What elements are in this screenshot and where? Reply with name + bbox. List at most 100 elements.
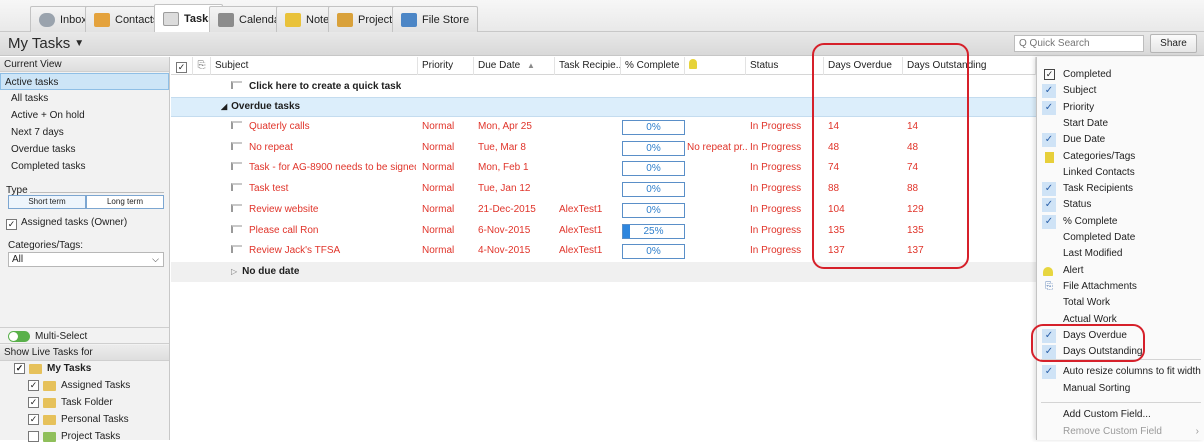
menu-item-linked-contacts[interactable]: Linked Contacts [1037, 165, 1204, 181]
recipient-cell[interactable] [559, 158, 619, 178]
view-item-active-tasks[interactable]: Active tasks [0, 73, 169, 90]
status-column-header[interactable]: Status [746, 57, 824, 75]
tree-item-assigned-tasks[interactable]: ✓ Assigned Tasks [28, 380, 130, 391]
completed-column-header[interactable]: ✓ [171, 57, 193, 75]
days-outstanding-cell[interactable]: 137 [907, 241, 977, 261]
collapse-arrow-icon[interactable]: ◢ [221, 102, 227, 111]
alert-cell[interactable] [687, 117, 747, 137]
expand-arrow-icon[interactable]: ▷ [231, 267, 237, 276]
due-date-cell[interactable]: Tue, Jan 12 [478, 179, 554, 199]
status-cell[interactable]: In Progress [750, 179, 822, 199]
view-selector[interactable]: My Tasks ▼ [8, 35, 84, 52]
menu-item-days-overdue[interactable]: ✓ Days Overdue [1037, 328, 1204, 344]
recipient-cell[interactable] [559, 138, 619, 158]
days-outstanding-cell[interactable]: 74 [907, 158, 977, 178]
due-date-cell[interactable]: 21-Dec-2015 [478, 200, 554, 220]
percent-complete-bar[interactable]: 25% [622, 223, 685, 239]
percent-complete-bar[interactable]: 0% [622, 120, 685, 135]
table-row[interactable]: Task - for AG-8900 needs to be signed by… [171, 158, 1036, 178]
subject-column-header[interactable]: Subject [211, 57, 418, 75]
group-header-overdue[interactable]: ◢ Overdue tasks [171, 97, 1036, 117]
tree-item-my-tasks[interactable]: ✓ My Tasks [14, 363, 91, 374]
recipient-cell[interactable]: AlexTest1 [559, 221, 619, 241]
days-outstanding-cell[interactable]: 48 [907, 138, 977, 158]
days-overdue-column-header[interactable]: Days Overdue [824, 57, 903, 75]
alert-cell[interactable]: No repeat pr... [687, 138, 747, 158]
recipient-cell[interactable]: AlexTest1 [559, 241, 619, 261]
status-cell[interactable]: In Progress [750, 117, 822, 137]
menu-item-total-work[interactable]: Total Work [1037, 295, 1204, 311]
subject-cell[interactable]: No repeat [231, 138, 416, 158]
menu-item-add-custom-field[interactable]: Add Custom Field... [1037, 407, 1204, 423]
tree-item-personal-tasks[interactable]: ✓ Personal Tasks [28, 414, 129, 425]
multi-select-toggle[interactable]: Multi-Select [8, 331, 87, 342]
priority-cell[interactable]: Normal [422, 117, 472, 137]
view-item-overdue-tasks[interactable]: Overdue tasks [0, 141, 169, 158]
categories-select[interactable]: All ⌵ [8, 252, 164, 267]
checkbox-checked-icon[interactable]: ✓ [28, 380, 39, 391]
menu-item-task-recipients[interactable]: ✓ Task Recipients [1037, 181, 1204, 197]
table-row[interactable]: Quaterly calls Normal Mon, Apr 25 In Progre… [171, 117, 1036, 137]
view-item-next-7-days[interactable]: Next 7 days [0, 124, 169, 141]
menu-item-manual-sorting[interactable]: Manual Sorting [1037, 381, 1204, 397]
table-row[interactable]: Please call Ron Normal 6-Nov-2015 AlexTest1… [171, 221, 1036, 241]
checkbox-checked-icon[interactable]: ✓ [28, 397, 39, 408]
table-row[interactable]: No repeat Normal Tue, Mar 8 No repeat pr...… [171, 138, 1036, 158]
status-cell[interactable]: In Progress [750, 138, 822, 158]
priority-cell[interactable]: Normal [422, 158, 472, 178]
subject-cell[interactable]: Review Jack's TFSA [231, 241, 416, 261]
alert-cell[interactable] [687, 241, 747, 261]
long-term-button[interactable]: Long term [86, 195, 164, 209]
status-cell[interactable]: In Progress [750, 241, 822, 261]
menu-item-categories-tags[interactable]: Categories/Tags [1037, 149, 1204, 165]
menu-item-days-outstanding[interactable]: ✓ Days Outstanding [1037, 344, 1204, 360]
menu-item-remove-custom-field[interactable]: Remove Custom Field › [1037, 424, 1204, 440]
percent-complete-bar[interactable]: 0% [622, 140, 685, 156]
group-header-no-due-date[interactable]: ▷ No due date [171, 262, 1036, 282]
paperclip-icon[interactable]: ⎘ [193, 57, 211, 75]
priority-cell[interactable]: Normal [422, 179, 472, 199]
subject-cell[interactable]: Review website [231, 200, 416, 220]
alert-cell[interactable] [687, 200, 747, 220]
days-overdue-cell[interactable]: 74 [828, 158, 898, 178]
priority-cell[interactable]: Normal [422, 138, 472, 158]
tree-item-project-tasks[interactable]: Project Tasks [28, 431, 120, 442]
assigned-owner-checkbox[interactable]: ✓ Assigned tasks (Owner) [6, 217, 127, 230]
recipient-cell[interactable]: AlexTest1 [559, 200, 619, 220]
days-overdue-cell[interactable]: 135 [828, 221, 898, 241]
menu-item-status[interactable]: ✓ Status [1037, 197, 1204, 213]
alert-cell[interactable] [687, 221, 747, 241]
priority-cell[interactable]: Normal [422, 221, 472, 241]
days-outstanding-cell[interactable]: 129 [907, 200, 977, 220]
due-date-column-header[interactable]: Due Date ▲ [474, 57, 555, 75]
table-row[interactable]: Review Jack's TFSA Normal 4-Nov-2015 AlexTe… [171, 241, 1036, 261]
checkbox-unchecked-icon[interactable] [28, 431, 39, 442]
status-cell[interactable]: In Progress [750, 221, 822, 241]
view-item-all-tasks[interactable]: All tasks [0, 90, 169, 107]
status-cell[interactable]: In Progress [750, 158, 822, 178]
checkbox-checked-icon[interactable]: ✓ [28, 414, 39, 425]
days-overdue-cell[interactable]: 88 [828, 179, 898, 199]
complete-column-header[interactable]: % Complete [621, 57, 685, 75]
share-button[interactable]: Share [1150, 34, 1197, 53]
quick-task-row[interactable]: Click here to create a quick task [171, 77, 1036, 97]
days-outstanding-column-header[interactable]: Days Outstanding [903, 57, 1036, 75]
menu-item-completed-date[interactable]: Completed Date [1037, 230, 1204, 246]
alert-cell[interactable] [687, 158, 747, 178]
alert-cell[interactable] [687, 179, 747, 199]
menu-item-actual-work[interactable]: Actual Work [1037, 312, 1204, 328]
recipients-column-header[interactable]: Task Recipie... [555, 57, 621, 75]
quick-task-cell[interactable]: Click here to create a quick task [231, 77, 401, 97]
due-date-cell[interactable]: Mon, Apr 25 [478, 117, 554, 137]
due-date-cell[interactable]: Tue, Mar 8 [478, 138, 554, 158]
checkbox-checked-icon[interactable]: ✓ [14, 363, 25, 374]
priority-cell[interactable]: Normal [422, 200, 472, 220]
quick-search-input[interactable] [1014, 35, 1144, 52]
menu-item-due-date[interactable]: ✓ Due Date [1037, 132, 1204, 148]
recipient-cell[interactable] [559, 179, 619, 199]
tab-file-store[interactable]: File Store [392, 6, 479, 32]
tree-item-task-folder[interactable]: ✓ Task Folder [28, 397, 113, 408]
days-overdue-cell[interactable]: 48 [828, 138, 898, 158]
subject-cell[interactable]: Task test [231, 179, 416, 199]
days-outstanding-cell[interactable]: 14 [907, 117, 977, 137]
